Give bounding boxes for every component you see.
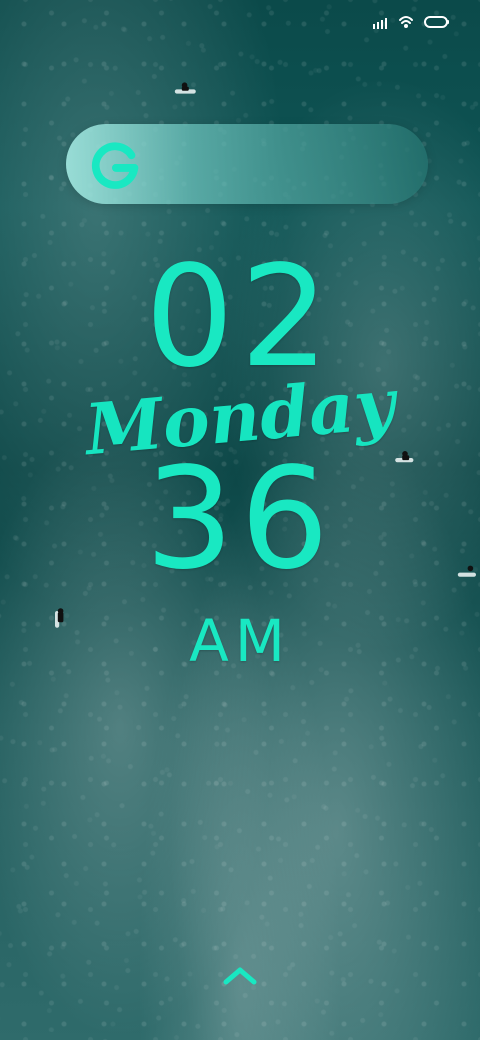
- signal-bars-icon: [373, 18, 387, 29]
- chevron-up-icon[interactable]: [221, 964, 259, 988]
- google-g-logo-icon: [91, 142, 139, 189]
- battery-icon: [424, 16, 449, 28]
- surfer-figure: [174, 82, 196, 94]
- google-search-bar[interactable]: [66, 124, 428, 204]
- wifi-icon: [399, 16, 413, 28]
- lock-screen: 02 Monday 36 AM: [0, 0, 480, 1040]
- status-bar: [372, 14, 450, 30]
- clock-minute: 36: [144, 438, 336, 601]
- clock-period: AM: [189, 607, 291, 675]
